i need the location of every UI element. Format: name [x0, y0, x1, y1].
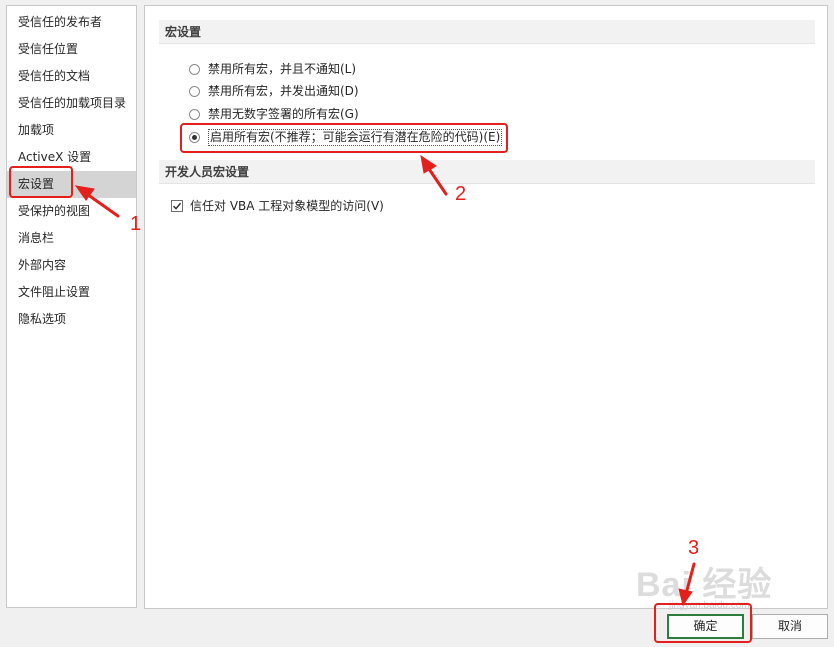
macro-settings-header: 宏设置 — [159, 20, 815, 44]
radio-indicator-checked[interactable] — [189, 131, 200, 143]
annotation-number-2: 2 — [455, 183, 467, 205]
annotation-number-3: 3 — [688, 537, 700, 559]
checkmark-icon — [172, 202, 182, 210]
nav-item-privacy-options[interactable]: 隐私选项 — [7, 306, 136, 333]
checkbox-indicator[interactable] — [171, 200, 183, 212]
radio-label: 禁用所有宏，并发出通知(D) — [208, 84, 359, 98]
nav-item-external-content[interactable]: 外部内容 — [7, 252, 136, 279]
radio-label: 禁用无数字签署的所有宏(G) — [208, 107, 359, 121]
developer-macro-settings-header: 开发人员宏设置 — [159, 160, 815, 184]
radio-disable-unsigned[interactable]: 禁用无数字签署的所有宏(G) — [189, 103, 359, 125]
ok-button[interactable]: 确定 — [667, 614, 744, 639]
nav-item-addins[interactable]: 加载项 — [7, 117, 136, 144]
annotation-number-1: 1 — [130, 213, 142, 235]
radio-indicator[interactable] — [189, 63, 200, 75]
nav-item-message-bar[interactable]: 消息栏 — [7, 225, 136, 252]
nav-item-trusted-addin-catalogs[interactable]: 受信任的加载项目录 — [7, 90, 136, 117]
nav-item-trusted-locations[interactable]: 受信任位置 — [7, 36, 136, 63]
radio-label: 禁用所有宏，并且不通知(L) — [208, 62, 357, 76]
radio-disable-with-notify[interactable]: 禁用所有宏，并发出通知(D) — [189, 80, 359, 102]
radio-enable-all-macros[interactable]: 启用所有宏(不推荐；可能会运行有潜在危险的代码)(E) — [189, 126, 503, 148]
checkbox-trust-vba-access[interactable]: 信任对 VBA 工程对象模型的访问(V) — [171, 195, 384, 217]
nav-item-file-block-settings[interactable]: 文件阻止设置 — [7, 279, 136, 306]
radio-indicator[interactable] — [189, 85, 200, 97]
trust-center-nav: 受信任的发布者 受信任位置 受信任的文档 受信任的加载项目录 加载项 Activ… — [6, 5, 137, 608]
nav-item-trusted-publishers[interactable]: 受信任的发布者 — [7, 9, 136, 36]
checkbox-label: 信任对 VBA 工程对象模型的访问(V) — [190, 199, 384, 213]
cancel-button[interactable]: 取消 — [752, 614, 828, 639]
radio-label: 启用所有宏(不推荐；可能会运行有潜在危险的代码)(E) — [208, 128, 503, 146]
nav-item-protected-view[interactable]: 受保护的视图 — [7, 198, 136, 225]
nav-item-trusted-documents[interactable]: 受信任的文档 — [7, 63, 136, 90]
nav-item-macro-settings[interactable]: 宏设置 — [7, 171, 136, 198]
macro-settings-panel: 宏设置 禁用所有宏，并且不通知(L) 禁用所有宏，并发出通知(D) 禁用无数字签… — [144, 5, 828, 609]
radio-disable-no-notify[interactable]: 禁用所有宏，并且不通知(L) — [189, 58, 356, 80]
nav-item-activex-settings[interactable]: ActiveX 设置 — [7, 144, 136, 171]
radio-indicator[interactable] — [189, 108, 200, 120]
